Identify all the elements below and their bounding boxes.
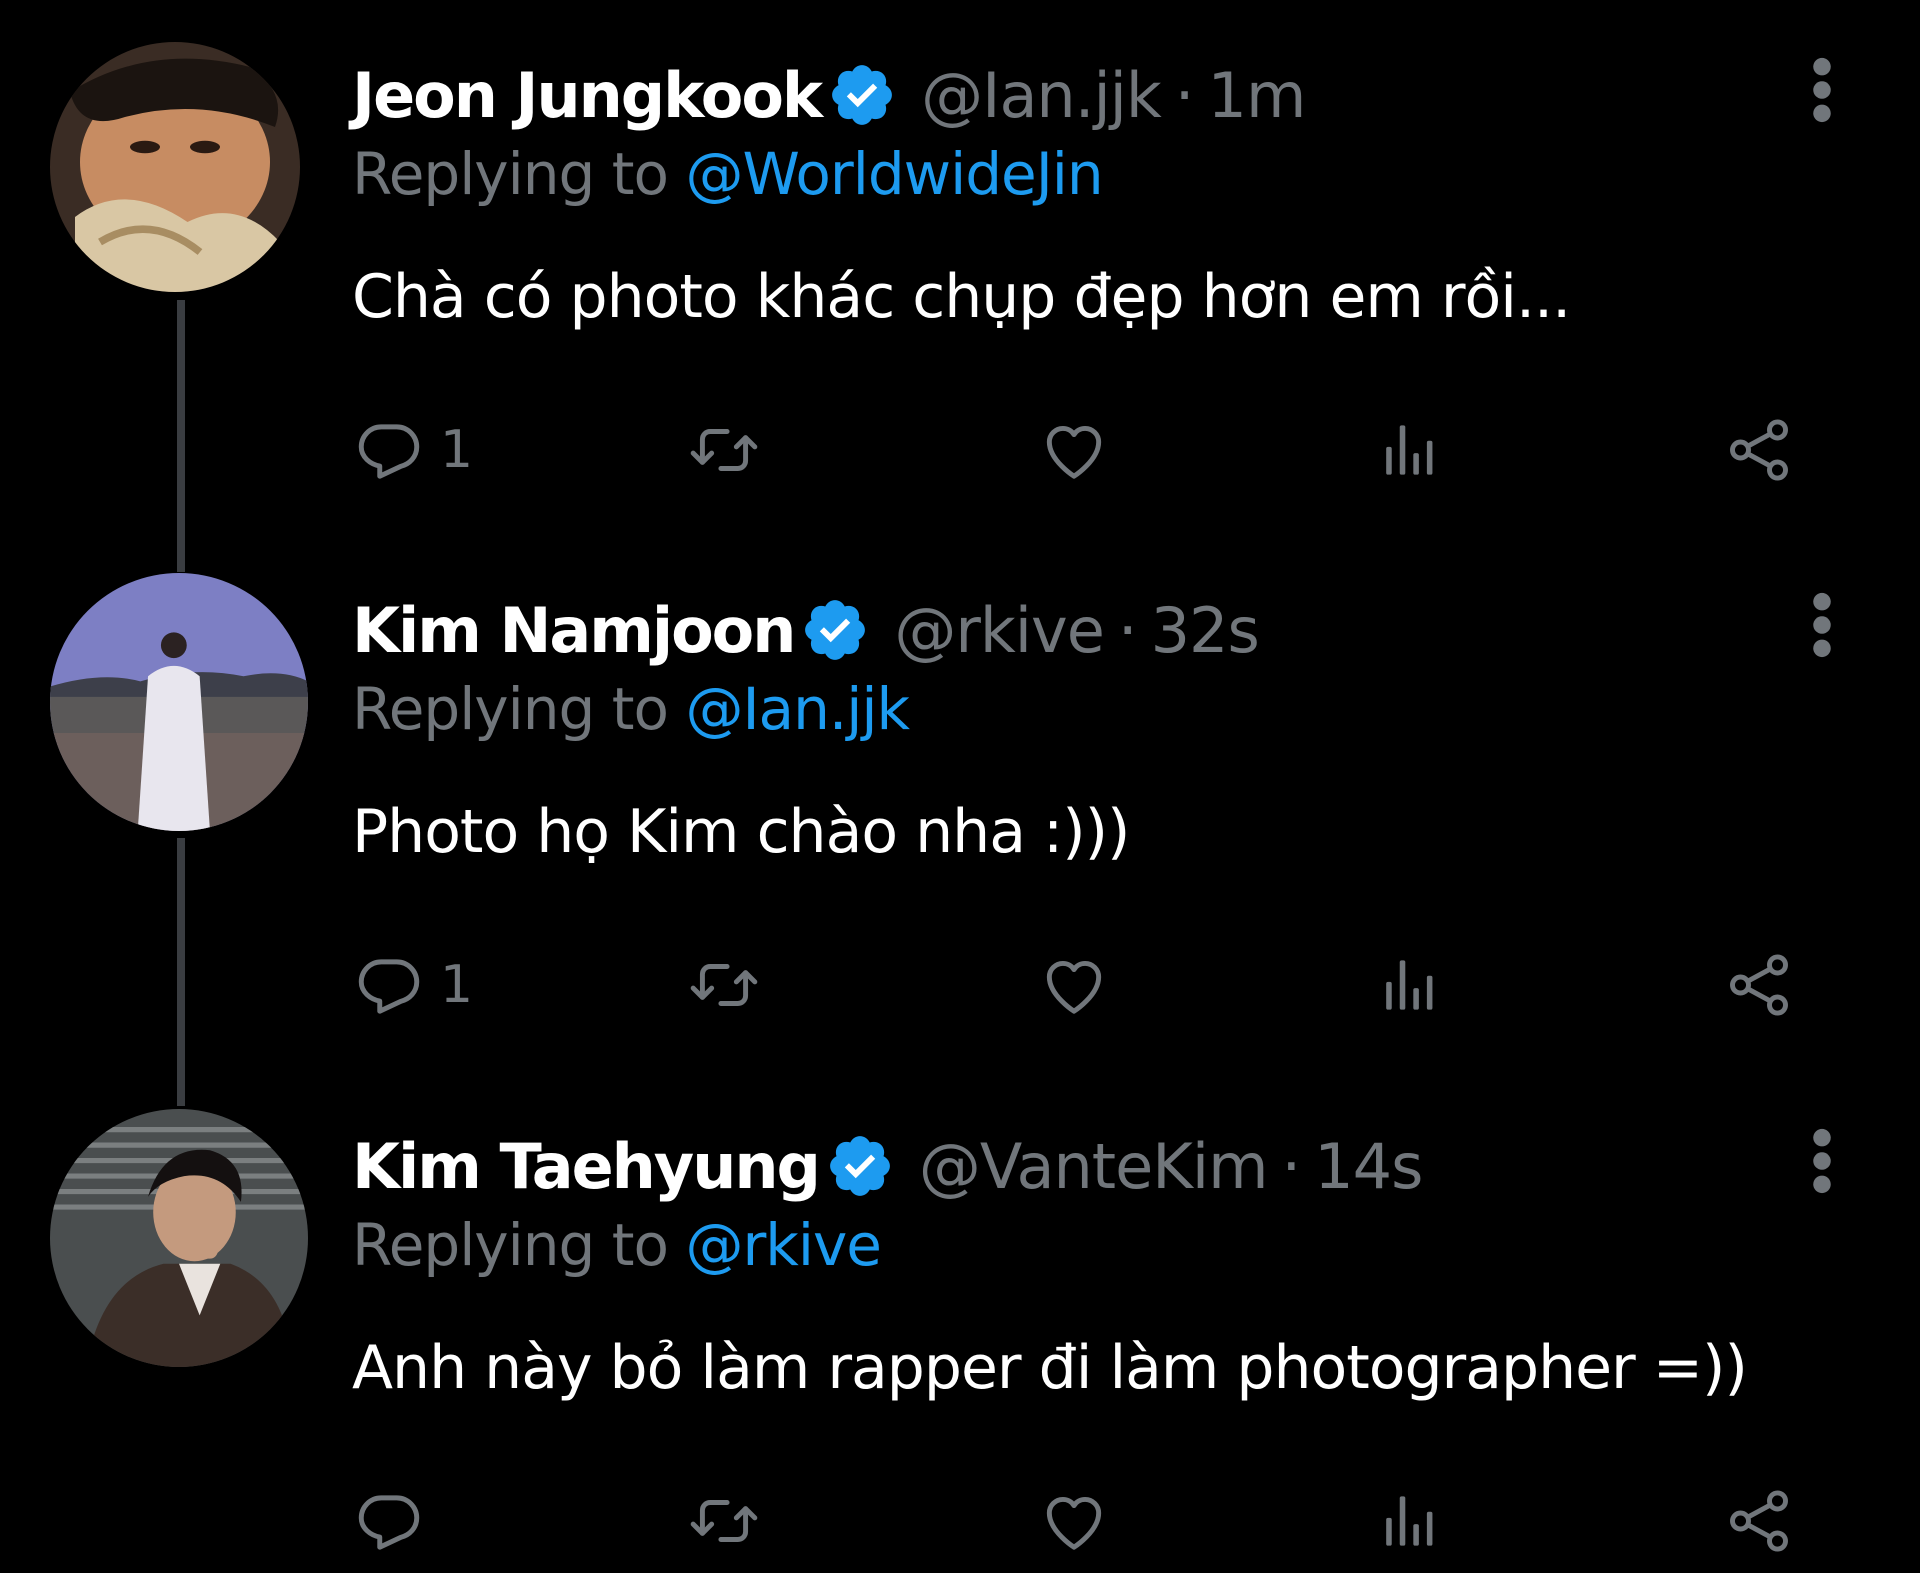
handle[interactable]: @VanteKim bbox=[919, 1130, 1269, 1203]
tweet-text: Anh này bỏ làm rapper đi làm photographe… bbox=[352, 1333, 1748, 1403]
reply-count: 1 bbox=[440, 955, 474, 1015]
share-icon bbox=[1722, 1484, 1796, 1558]
retweet-icon bbox=[687, 948, 761, 1022]
share-icon bbox=[1722, 413, 1796, 487]
thread-connector bbox=[177, 838, 185, 1106]
like-icon bbox=[1037, 413, 1111, 487]
retweet-button[interactable] bbox=[687, 410, 761, 490]
replying-to: Replying to @Ian.jjk bbox=[352, 675, 910, 743]
avatar-photo bbox=[50, 573, 308, 831]
tweet-text: Chà có photo khác chụp đẹp hơn em rồi... bbox=[352, 262, 1571, 332]
avatar[interactable] bbox=[50, 573, 308, 831]
timestamp[interactable]: 32s bbox=[1151, 594, 1260, 667]
action-bar: 1 bbox=[352, 410, 1832, 490]
like-button[interactable] bbox=[1037, 945, 1111, 1025]
timestamp[interactable]: 1m bbox=[1208, 59, 1307, 132]
analytics-button[interactable] bbox=[1372, 945, 1446, 1025]
like-button[interactable] bbox=[1037, 410, 1111, 490]
analytics-button[interactable] bbox=[1372, 1481, 1446, 1561]
avatar-photo bbox=[50, 1109, 308, 1367]
separator: · bbox=[1174, 58, 1195, 132]
avatar[interactable] bbox=[50, 42, 300, 292]
action-bar bbox=[352, 1481, 1832, 1561]
mention-link[interactable]: @Ian.jjk bbox=[685, 675, 910, 743]
retweet-icon bbox=[687, 413, 761, 487]
analytics-icon bbox=[1372, 948, 1446, 1022]
display-name[interactable]: Kim Namjoon bbox=[352, 594, 796, 667]
avatar-photo bbox=[50, 42, 300, 292]
retweet-icon bbox=[687, 1484, 761, 1558]
share-button[interactable] bbox=[1722, 410, 1796, 490]
replying-to-label: Replying to bbox=[352, 140, 669, 208]
reply-icon bbox=[352, 413, 426, 487]
tweet-text: Photo họ Kim chào nha :))) bbox=[352, 797, 1130, 867]
reply-button[interactable] bbox=[352, 1481, 440, 1561]
thread-connector bbox=[177, 300, 185, 572]
replying-to-label: Replying to bbox=[352, 675, 669, 743]
separator: · bbox=[1281, 1129, 1302, 1203]
share-button[interactable] bbox=[1722, 945, 1796, 1025]
replying-to: Replying to @WorldwideJin bbox=[352, 140, 1104, 208]
reply-button[interactable]: 1 bbox=[352, 410, 473, 490]
mention-link[interactable]: @rkive bbox=[685, 1211, 882, 1279]
reply-icon bbox=[352, 1484, 426, 1558]
reply-count: 1 bbox=[440, 420, 474, 480]
reply-button[interactable]: 1 bbox=[352, 945, 473, 1025]
tweet-thread: Jeon Jungkook @Ian.jjk · 1m Replying to … bbox=[0, 0, 1920, 1573]
display-name[interactable]: Jeon Jungkook bbox=[352, 59, 823, 132]
analytics-icon bbox=[1372, 413, 1446, 487]
analytics-button[interactable] bbox=[1372, 410, 1446, 490]
avatar[interactable] bbox=[50, 1109, 308, 1367]
verified-badge-icon bbox=[825, 1131, 895, 1201]
like-icon bbox=[1037, 1484, 1111, 1558]
replying-to: Replying to @rkive bbox=[352, 1211, 882, 1279]
handle[interactable]: @rkive bbox=[894, 594, 1104, 667]
like-button[interactable] bbox=[1037, 1481, 1111, 1561]
verified-badge-icon bbox=[800, 595, 870, 665]
verified-badge-icon bbox=[827, 60, 897, 130]
more-options-icon[interactable] bbox=[1810, 55, 1834, 125]
mention-link[interactable]: @WorldwideJin bbox=[685, 140, 1103, 208]
more-options-icon[interactable] bbox=[1810, 590, 1834, 660]
display-name[interactable]: Kim Taehyung bbox=[352, 1130, 821, 1203]
handle[interactable]: @Ian.jjk bbox=[921, 59, 1162, 132]
separator: · bbox=[1117, 593, 1138, 667]
timestamp[interactable]: 14s bbox=[1314, 1130, 1423, 1203]
retweet-button[interactable] bbox=[687, 945, 761, 1025]
replying-to-label: Replying to bbox=[352, 1211, 669, 1279]
share-icon bbox=[1722, 948, 1796, 1022]
more-options-icon[interactable] bbox=[1810, 1126, 1834, 1196]
analytics-icon bbox=[1372, 1484, 1446, 1558]
reply-icon bbox=[352, 948, 426, 1022]
like-icon bbox=[1037, 948, 1111, 1022]
retweet-button[interactable] bbox=[687, 1481, 761, 1561]
share-button[interactable] bbox=[1722, 1481, 1796, 1561]
action-bar: 1 bbox=[352, 945, 1832, 1025]
